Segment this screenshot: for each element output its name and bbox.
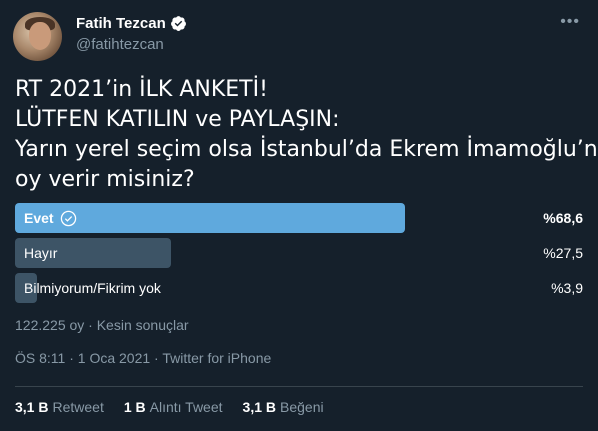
divider [15,386,583,387]
more-options-icon[interactable]: ••• [560,14,580,30]
poll-meta: 122.225 oy · Kesin sonuçlar [15,317,189,333]
poll: Evet %68,6 Hayır %27,5 Bilmiyorum/Fikrim… [15,203,585,308]
tweet-stats: 3,1 B Retweet 1 B Alıntı Tweet 3,1 B Beğeni [15,399,324,415]
stat-count: 1 B [123,399,146,415]
tweet-line: oy verir misiniz? [15,167,195,192]
poll-option-label: Bilmiyorum/Fikrim yok [24,280,161,296]
stat-label: Alıntı Tweet [149,399,223,415]
stat-count: 3,1 B [15,399,49,415]
tweet-text: RT 2021’in İLK ANKETİ! LÜTFEN KATILIN ve… [15,75,598,195]
stat-retweets[interactable]: 3,1 B Retweet [15,399,104,415]
display-name-container[interactable]: Fatih Tezcan [76,15,187,32]
tweet-meta[interactable]: ÖS 8:11 · 1 Oca 2021 · Twitter for iPhon… [15,350,271,366]
tweet-line: RT 2021’in İLK ANKETİ! [15,77,268,102]
stat-count: 3,1 B [242,399,276,415]
avatar[interactable] [13,12,62,61]
poll-option-label-container: Bilmiyorum/Fikrim yok [24,273,161,303]
poll-option-percent: %3,9 [551,280,583,296]
poll-option-label-container: Evet [24,203,77,233]
poll-option-percent: %27,5 [543,245,583,261]
poll-option-label: Hayır [24,245,58,261]
check-circle-icon [60,210,76,226]
poll-option-hayir: Hayır %27,5 [15,238,585,268]
stat-label: Beğeni [280,399,324,415]
stat-label: Retweet [52,399,104,415]
poll-option-evet: Evet %68,6 [15,203,585,233]
stat-likes[interactable]: 3,1 B Beğeni [243,399,324,415]
poll-option-percent: %68,6 [543,210,583,226]
avatar-face [29,22,51,50]
user-handle[interactable]: @fatihtezcan [76,36,164,53]
verified-badge-icon [170,16,186,31]
tweet-line: Yarın yerel seçim olsa İstanbul’da Ekrem… [15,137,598,162]
display-name[interactable]: Fatih Tezcan [76,15,166,32]
poll-option-bilmiyorum: Bilmiyorum/Fikrim yok %3,9 [15,273,585,303]
stat-quote-tweets[interactable]: 1 B Alıntı Tweet [124,399,223,415]
tweet-line: LÜTFEN KATILIN ve PAYLAŞIN: [15,107,340,132]
poll-option-label: Evet [24,210,54,226]
poll-option-label-container: Hayır [24,238,57,268]
